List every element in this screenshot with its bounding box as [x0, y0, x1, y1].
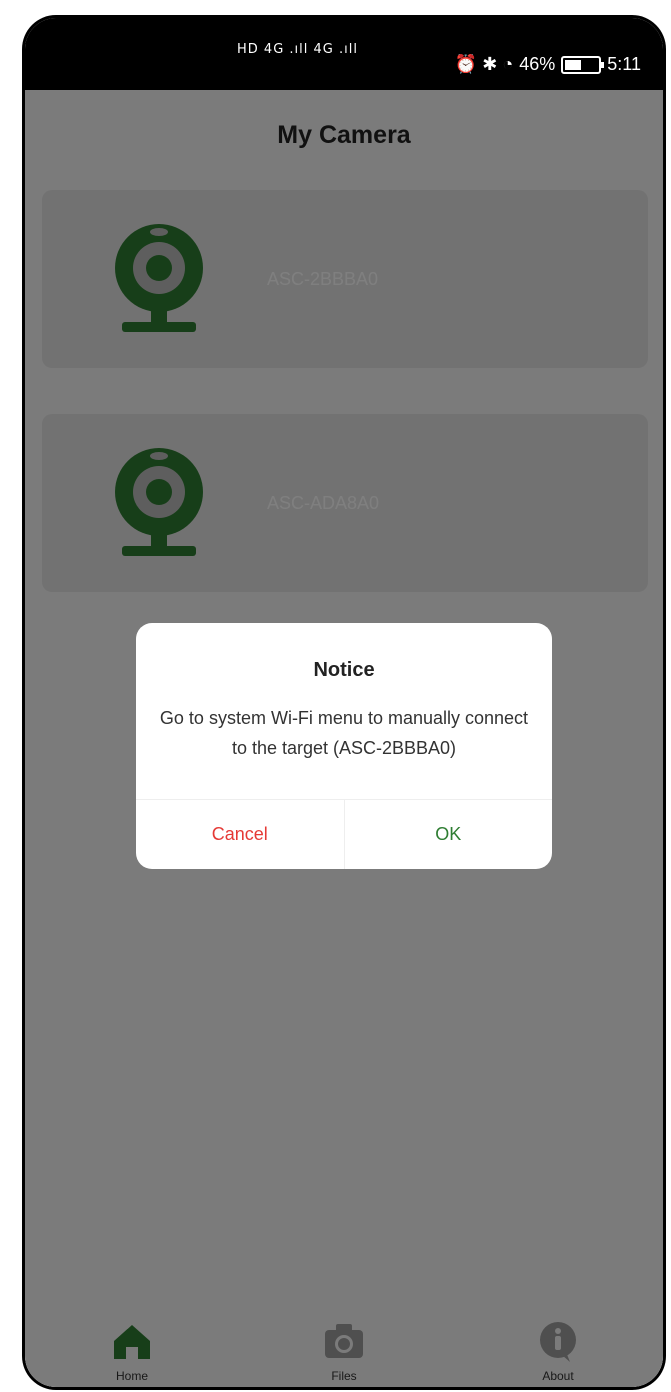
battery-icon [561, 55, 605, 74]
status-right: ⏰ ✱ ◔ 46% 5:11 [455, 54, 641, 75]
dialog-title: Notice [313, 659, 375, 681]
signal-indicators: HD 4G .ıll 4G .ıll [237, 42, 358, 57]
phone-frame: HD 4G .ıll 4G .ıll ⏰ ✱ ◔ 46% 5:11 My Cam… [22, 15, 666, 1390]
status-icons: ⏰ ✱ ◔ [454, 54, 514, 74]
dialog-actions: Cancel OK [136, 799, 552, 869]
clock: 5:11 [607, 54, 641, 74]
app-screen: HD 4G .ıll 4G .ıll ⏰ ✱ ◔ 46% 5:11 My Cam… [25, 18, 663, 1387]
cancel-button[interactable]: Cancel [136, 800, 344, 869]
notice-dialog: Notice Go to system Wi-Fi menu to manual… [136, 623, 552, 869]
status-bar: HD 4G .ıll 4G .ıll ⏰ ✱ ◔ 46% 5:11 [25, 18, 663, 90]
dialog-message: Go to system Wi-Fi menu to manually conn… [159, 708, 529, 758]
battery-percent: 46% [519, 54, 556, 74]
ok-button[interactable]: OK [343, 800, 553, 869]
